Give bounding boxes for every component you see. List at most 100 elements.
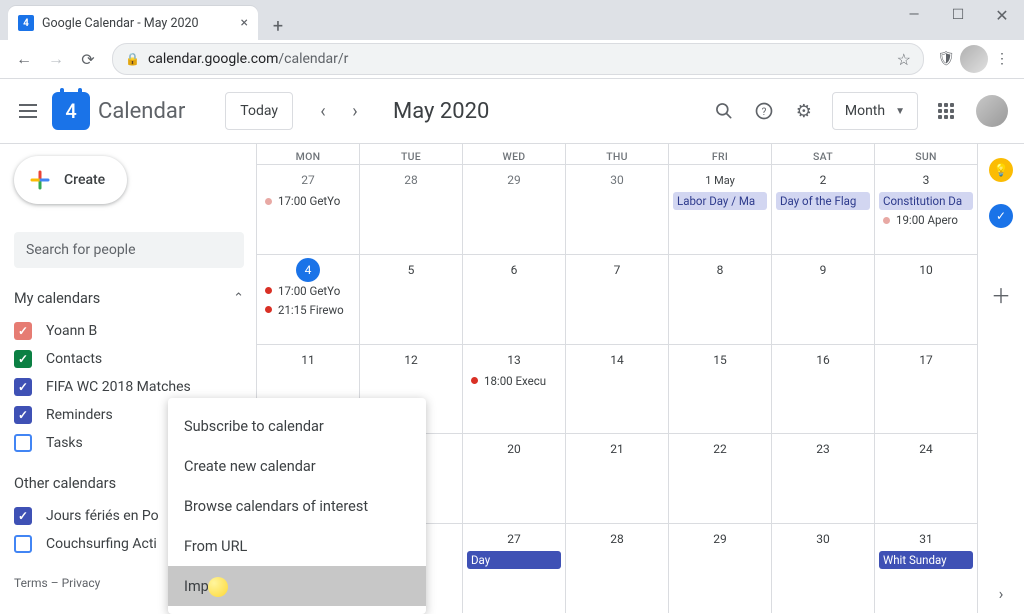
close-window-button[interactable]: ✕ bbox=[980, 0, 1024, 30]
account-avatar[interactable] bbox=[976, 95, 1008, 127]
event-dot-icon bbox=[265, 198, 272, 205]
day-cell[interactable]: 5 bbox=[359, 255, 462, 344]
context-menu-item[interactable]: Import bbox=[168, 566, 426, 606]
collapse-panel-button[interactable]: › bbox=[999, 584, 1004, 603]
day-cell[interactable]: 9 bbox=[771, 255, 874, 344]
day-cell[interactable]: 8 bbox=[668, 255, 771, 344]
event-chip[interactable]: 21:15 Firewo bbox=[261, 301, 355, 319]
event-chip[interactable]: Whit Sunday bbox=[879, 551, 973, 569]
forward-button[interactable]: → bbox=[40, 43, 72, 75]
day-cell[interactable]: 28 bbox=[359, 165, 462, 254]
search-button[interactable] bbox=[704, 91, 744, 131]
calendar-checkbox[interactable] bbox=[14, 434, 32, 452]
day-cell[interactable]: 3Constitution Da19:00 Apero bbox=[874, 165, 977, 254]
settings-button[interactable]: ⚙ bbox=[784, 91, 824, 131]
day-number: 23 bbox=[774, 438, 872, 460]
event-chip[interactable]: Day of the Flag bbox=[776, 192, 870, 210]
calendar-item[interactable]: Contacts bbox=[14, 345, 244, 373]
day-cell[interactable]: 21 bbox=[565, 434, 668, 523]
calendar-label: FIFA WC 2018 Matches bbox=[46, 379, 191, 395]
main-menu-button[interactable] bbox=[8, 91, 48, 131]
day-cell[interactable]: 14 bbox=[565, 345, 668, 434]
window-titlebar: 4 Google Calendar - May 2020 × + — ☐ ✕ bbox=[0, 0, 1024, 40]
event-chip[interactable]: Day bbox=[467, 551, 561, 569]
day-cell[interactable]: 15 bbox=[668, 345, 771, 434]
calendar-checkbox[interactable] bbox=[14, 378, 32, 396]
calendar-checkbox[interactable] bbox=[14, 406, 32, 424]
event-chip[interactable]: 17:00 GetYo bbox=[261, 282, 355, 300]
day-cell[interactable]: 23 bbox=[771, 434, 874, 523]
extension-icons: 🛡 ⋮ bbox=[932, 45, 1016, 73]
day-cell[interactable]: 20 bbox=[462, 434, 565, 523]
day-cell[interactable]: 1 MayLabor Day / Ma bbox=[668, 165, 771, 254]
event-label: Day bbox=[471, 553, 490, 567]
day-cell[interactable]: 17 bbox=[874, 345, 977, 434]
calendar-checkbox[interactable] bbox=[14, 507, 32, 525]
calendar-checkbox[interactable] bbox=[14, 350, 32, 368]
tasks-panel-button[interactable]: ✓ bbox=[989, 204, 1013, 228]
day-cell[interactable]: 29 bbox=[462, 165, 565, 254]
day-cell[interactable]: 30 bbox=[771, 524, 874, 613]
tab-title: Google Calendar - May 2020 bbox=[42, 16, 241, 31]
context-menu-item[interactable]: From URL bbox=[168, 526, 426, 566]
browser-tab[interactable]: 4 Google Calendar - May 2020 × bbox=[8, 6, 258, 40]
today-button[interactable]: Today bbox=[225, 92, 293, 130]
day-cell[interactable]: 27Day bbox=[462, 524, 565, 613]
day-cell[interactable]: 29 bbox=[668, 524, 771, 613]
chrome-profile-avatar[interactable] bbox=[960, 45, 988, 73]
google-apps-button[interactable] bbox=[926, 91, 966, 131]
omnibox[interactable]: 🔒 calendar.google.com/calendar/r ☆ bbox=[112, 43, 924, 75]
day-cell[interactable]: 1318:00 Execu bbox=[462, 345, 565, 434]
day-cell[interactable]: 417:00 GetYo21:15 Firewo bbox=[256, 255, 359, 344]
minimize-button[interactable]: — bbox=[892, 0, 936, 30]
context-menu-item[interactable]: Create new calendar bbox=[168, 446, 426, 486]
calendar-checkbox[interactable] bbox=[14, 322, 32, 340]
day-cell[interactable]: 2717:00 GetYo bbox=[256, 165, 359, 254]
new-tab-button[interactable]: + bbox=[264, 12, 292, 40]
reload-button[interactable]: ⟳ bbox=[72, 43, 104, 75]
terms-link[interactable]: Terms bbox=[14, 576, 48, 590]
day-cell[interactable]: 30 bbox=[565, 165, 668, 254]
day-number: 29 bbox=[671, 528, 769, 550]
day-cell[interactable]: 6 bbox=[462, 255, 565, 344]
calendar-label: Tasks bbox=[46, 435, 83, 451]
next-period-button[interactable]: › bbox=[339, 95, 371, 127]
chrome-menu-icon[interactable]: ⋮ bbox=[988, 45, 1016, 73]
my-calendars-toggle[interactable]: My calendars ⌃ bbox=[14, 290, 244, 307]
context-menu-item[interactable]: Browse calendars of interest bbox=[168, 486, 426, 526]
privacy-link[interactable]: Privacy bbox=[62, 576, 101, 590]
calendar-label: Yoann B bbox=[46, 323, 97, 339]
day-cell[interactable]: 24 bbox=[874, 434, 977, 523]
day-number: 22 bbox=[671, 438, 769, 460]
event-chip[interactable]: 18:00 Execu bbox=[467, 372, 561, 390]
back-button[interactable]: ← bbox=[8, 43, 40, 75]
day-number: 11 bbox=[259, 349, 357, 371]
day-cell[interactable]: 2Day of the Flag bbox=[771, 165, 874, 254]
day-cell[interactable]: 22 bbox=[668, 434, 771, 523]
event-dot-icon bbox=[883, 217, 890, 224]
day-cell[interactable]: 31Whit Sunday bbox=[874, 524, 977, 613]
shield-extension-icon[interactable]: 🛡 bbox=[932, 45, 960, 73]
event-chip[interactable]: Constitution Da bbox=[879, 192, 973, 210]
calendar-item[interactable]: FIFA WC 2018 Matches bbox=[14, 373, 244, 401]
prev-period-button[interactable]: ‹ bbox=[307, 95, 339, 127]
day-cell[interactable]: 10 bbox=[874, 255, 977, 344]
context-menu-item[interactable]: Subscribe to calendar bbox=[168, 406, 426, 446]
day-cell[interactable]: 28 bbox=[565, 524, 668, 613]
view-switch[interactable]: Month ▼ bbox=[832, 92, 918, 130]
day-cell[interactable]: 7 bbox=[565, 255, 668, 344]
add-panel-button[interactable]: ＋ bbox=[991, 280, 1011, 309]
calendar-checkbox[interactable] bbox=[14, 535, 32, 553]
search-people-input[interactable]: Search for people bbox=[14, 232, 244, 268]
bookmark-star-icon[interactable]: ☆ bbox=[897, 50, 911, 69]
create-button[interactable]: Create bbox=[14, 156, 127, 204]
maximize-button[interactable]: ☐ bbox=[936, 0, 980, 30]
close-tab-icon[interactable]: × bbox=[241, 15, 248, 31]
event-chip[interactable]: 19:00 Apero bbox=[879, 211, 973, 229]
calendar-item[interactable]: Yoann B bbox=[14, 317, 244, 345]
event-chip[interactable]: 17:00 GetYo bbox=[261, 192, 355, 210]
day-cell[interactable]: 16 bbox=[771, 345, 874, 434]
keep-panel-button[interactable]: 💡 bbox=[989, 158, 1013, 182]
support-button[interactable]: ? bbox=[744, 91, 784, 131]
event-chip[interactable]: Labor Day / Ma bbox=[673, 192, 767, 210]
